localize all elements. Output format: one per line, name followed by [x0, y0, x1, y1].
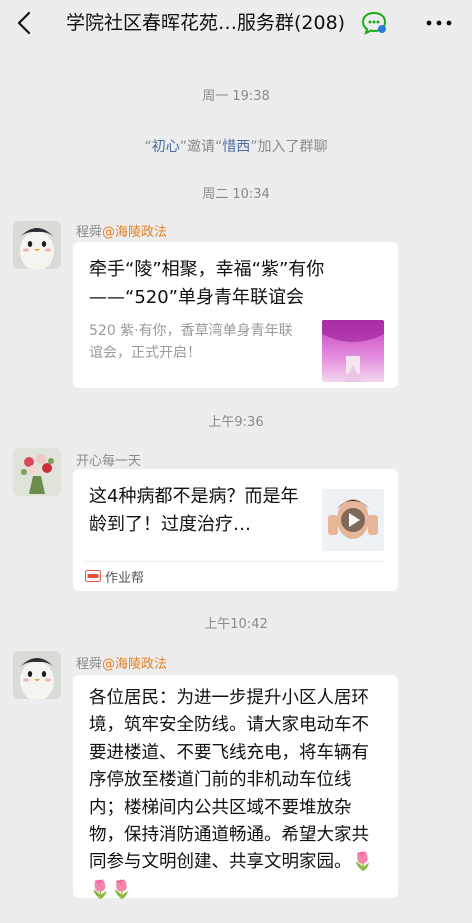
video-thumbnail-icon [322, 489, 384, 551]
sender-tag: @海陵政法 [102, 225, 168, 240]
sender-name: 程舜@海陵政法 [76, 653, 167, 672]
avatar[interactable] [13, 221, 61, 269]
sender-nickname: 程舜 [76, 225, 103, 240]
chat-message-list[interactable]: 周一 19:38 “初心”邀请“惜西”加入了群聊 周二 10:34 程舜@海陵政… [0, 50, 472, 923]
sender-name: 开心每一天 [76, 454, 142, 469]
wisteria-thumbnail-icon [322, 320, 384, 382]
chat-title[interactable]: 学院社区春晖花苑…服务群(208) [66, 8, 345, 38]
card-title: 牵手“陵”相聚，幸福“紫”有你——“520”单身青年联谊会 [89, 259, 325, 308]
timestamp: 上午9:36 [208, 415, 264, 430]
sender-name: 程舜@海陵政法 [76, 221, 167, 240]
zuoyebang-logo-icon [85, 570, 101, 582]
card-description: 520 紫·有你，香草湾单身青年联谊会，正式开启！ [89, 323, 293, 361]
more-dots-icon[interactable] [424, 10, 454, 36]
user-link-inviter[interactable]: 初心 [152, 139, 180, 155]
group-chat-icon[interactable] [360, 10, 388, 36]
system-text-invite: 邀请 [187, 139, 215, 155]
sender-tag: @海陵政法 [102, 657, 168, 672]
timestamp: 周一 19:38 [202, 89, 270, 104]
card-video-thumbnail [322, 489, 384, 551]
system-text-joined: 加入了群聊 [257, 139, 328, 155]
sender-nickname: 程舜 [76, 657, 103, 672]
link-card-520[interactable]: 牵手“陵”相聚，幸福“紫”有你——“520”单身青年联谊会 520 紫·有你，香… [73, 242, 398, 388]
message-text: 各位居民：为进一步提升小区人居环境，筑牢安全防线。请大家电动车不要进楼道、不要飞… [89, 688, 369, 873]
timestamp: 上午10:42 [204, 617, 268, 632]
text-message-bubble[interactable]: 各位居民：为进一步提升小区人居环境，筑牢安全防线。请大家电动车不要进楼道、不要飞… [73, 675, 398, 900]
system-message-join: “初心”邀请“惜西”加入了群聊 [144, 139, 328, 155]
chat-header: 学院社区春晖花苑…服务群(208) [0, 0, 472, 50]
card-divider [85, 561, 386, 562]
link-card-health[interactable]: 这4种病都不是病？而是年龄到了！过度治疗… 作业帮 [73, 469, 398, 591]
flower-bouquet-avatar-icon [13, 448, 61, 496]
avatar[interactable] [13, 651, 61, 699]
chevron-left-icon[interactable] [10, 8, 40, 38]
card-thumbnail [322, 320, 384, 382]
card-title: 这4种病都不是病？而是年龄到了！过度治疗… [89, 486, 299, 535]
avatar[interactable] [13, 448, 61, 496]
source-app-name: 作业帮 [105, 571, 145, 586]
user-link-invitee[interactable]: 惜西 [222, 139, 250, 155]
timestamp: 周二 10:34 [202, 187, 270, 202]
penguin-avatar-icon [13, 651, 61, 699]
penguin-avatar-icon [13, 221, 61, 269]
